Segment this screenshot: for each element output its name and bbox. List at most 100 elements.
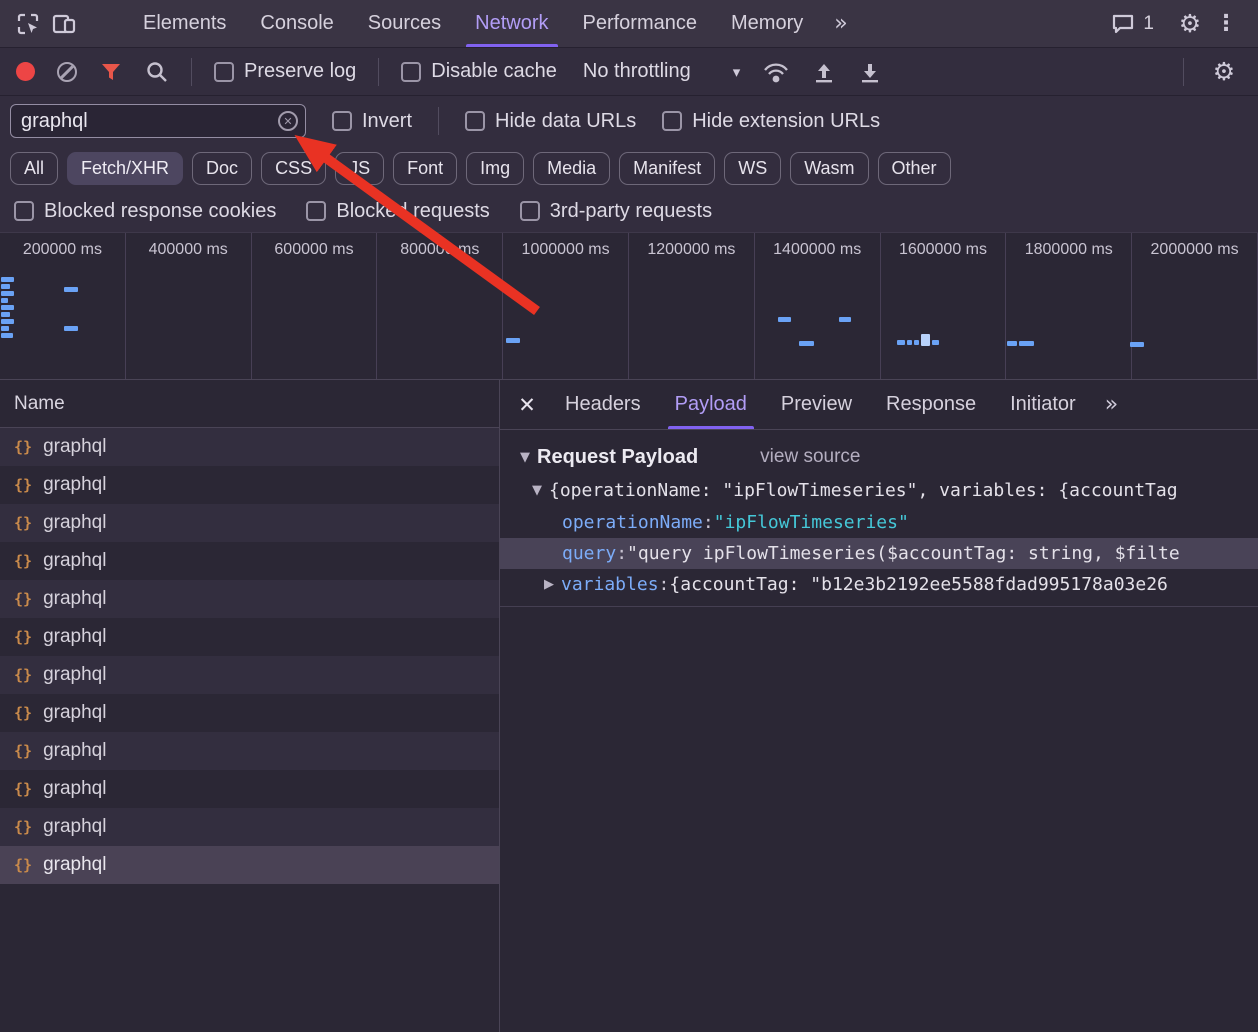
- filter-chip-all[interactable]: All: [10, 152, 58, 185]
- filter-chip-other[interactable]: Other: [878, 152, 951, 185]
- request-row[interactable]: {}graphql: [0, 732, 499, 770]
- request-timing-bar: [907, 340, 912, 345]
- request-name: graphql: [43, 512, 106, 534]
- throttling-dropdown[interactable]: No throttling ▾: [583, 60, 740, 83]
- blocked-response-cookies-checkbox[interactable]: Blocked response cookies: [14, 200, 276, 223]
- clear-filter-icon[interactable]: ✕: [278, 111, 298, 131]
- export-har-icon[interactable]: [858, 60, 882, 84]
- section-collapse-triangle-icon[interactable]: ▼: [520, 450, 530, 465]
- 3rd-party-requests-checkbox[interactable]: 3rd-party requests: [520, 200, 712, 223]
- xhr-braces-icon: {}: [14, 666, 32, 684]
- filter-chip-doc[interactable]: Doc: [192, 152, 252, 185]
- expand-triangle-icon[interactable]: ▶: [544, 577, 554, 592]
- payload-entry-operationname[interactable]: operationName: "ipFlowTimeseries": [500, 507, 1258, 538]
- request-row[interactable]: {}graphql: [0, 504, 499, 542]
- invert-label: Invert: [362, 110, 412, 133]
- collapse-triangle-icon[interactable]: ▼: [532, 483, 542, 498]
- request-name: graphql: [43, 740, 106, 762]
- checkbox-icon[interactable]: [520, 201, 540, 221]
- filter-chip-manifest[interactable]: Manifest: [619, 152, 715, 185]
- filter-funnel-icon[interactable]: [99, 60, 123, 84]
- request-row[interactable]: {}graphql: [0, 808, 499, 846]
- request-row[interactable]: {}graphql: [0, 466, 499, 504]
- payload-entry-query[interactable]: query: "query ipFlowTimeseries($accountT…: [500, 538, 1258, 569]
- checkbox-icon[interactable]: [14, 201, 34, 221]
- network-conditions-icon[interactable]: [762, 60, 790, 84]
- checkbox-icon[interactable]: [306, 201, 326, 221]
- request-row[interactable]: {}graphql: [0, 542, 499, 580]
- request-name: graphql: [43, 778, 106, 800]
- kebab-menu-icon[interactable]: ⋮: [1208, 6, 1244, 42]
- main-tabbar: ElementsConsoleSourcesNetworkPerformance…: [0, 0, 1258, 48]
- request-timing-bar: [1, 305, 14, 310]
- checkbox-icon[interactable]: [662, 111, 682, 131]
- filter-chip-media[interactable]: Media: [533, 152, 610, 185]
- toolbar-divider: [378, 58, 379, 86]
- import-har-icon[interactable]: [812, 60, 836, 84]
- payload-entry-variables[interactable]: ▶variables: {accountTag: "b12e3b2192ee55…: [500, 569, 1258, 600]
- checkbox-icon[interactable]: [332, 111, 352, 131]
- detail-tab-payload[interactable]: Payload: [658, 380, 764, 429]
- view-source-link[interactable]: view source: [760, 446, 860, 468]
- detail-tab-initiator[interactable]: Initiator: [993, 380, 1093, 429]
- filter-chip-ws[interactable]: WS: [724, 152, 781, 185]
- disable-cache-checkbox[interactable]: Disable cache: [401, 60, 557, 83]
- tab-sources[interactable]: Sources: [351, 0, 458, 47]
- checkbox-icon[interactable]: [401, 62, 421, 82]
- request-row[interactable]: {}graphql: [0, 618, 499, 656]
- filter-chip-fetch-xhr[interactable]: Fetch/XHR: [67, 152, 183, 185]
- preserve-log-label: Preserve log: [244, 60, 356, 83]
- tab-elements[interactable]: Elements: [126, 0, 243, 47]
- xhr-braces-icon: {}: [14, 590, 32, 608]
- request-row[interactable]: {}graphql: [0, 580, 499, 618]
- hide-extension-urls-checkbox[interactable]: Hide extension URLs: [662, 110, 880, 133]
- network-filter-input[interactable]: [10, 104, 306, 138]
- hide-data-urls-checkbox[interactable]: Hide data URLs: [465, 110, 636, 133]
- payload-pane: ▼ Request Payload view source ▼ {operati…: [500, 430, 1258, 607]
- filter-chip-wasm[interactable]: Wasm: [790, 152, 868, 185]
- tab-network[interactable]: Network: [458, 0, 565, 47]
- filter-chip-css[interactable]: CSS: [261, 152, 326, 185]
- request-timing-bar: [932, 340, 939, 345]
- request-row[interactable]: {}graphql: [0, 770, 499, 808]
- clear-network-log-icon[interactable]: [57, 62, 77, 82]
- request-row[interactable]: {}graphql: [0, 846, 499, 884]
- filter-chip-img[interactable]: Img: [466, 152, 524, 185]
- filter-chip-font[interactable]: Font: [393, 152, 457, 185]
- name-column-header[interactable]: Name: [0, 380, 499, 428]
- request-timing-bar: [799, 341, 814, 346]
- checkbox-icon[interactable]: [465, 111, 485, 131]
- tab-performance[interactable]: Performance: [566, 0, 715, 47]
- record-button[interactable]: [16, 62, 35, 81]
- detail-tab-headers[interactable]: Headers: [548, 380, 658, 429]
- tab-console[interactable]: Console: [243, 0, 350, 47]
- device-toolbar-icon[interactable]: [46, 6, 82, 42]
- filter-chip-js[interactable]: JS: [335, 152, 384, 185]
- timeline-bars: [0, 233, 1258, 379]
- issues-indicator[interactable]: 1: [1111, 13, 1154, 35]
- request-timing-bar: [1, 298, 8, 303]
- tab-memory[interactable]: Memory: [714, 0, 820, 47]
- request-timing-bar: [921, 334, 930, 346]
- close-details-icon[interactable]: ✕: [506, 393, 548, 417]
- invert-checkbox[interactable]: Invert: [332, 110, 412, 133]
- inspect-element-icon[interactable]: [10, 6, 46, 42]
- network-settings-gear-icon[interactable]: ⚙: [1206, 54, 1242, 90]
- more-tabs-chevron-icon[interactable]: »: [820, 11, 860, 36]
- xhr-braces-icon: {}: [14, 628, 32, 646]
- payload-root-line[interactable]: ▼ {operationName: "ipFlowTimeseries", va…: [500, 474, 1258, 507]
- detail-tab-preview[interactable]: Preview: [764, 380, 869, 429]
- search-icon[interactable]: [145, 60, 169, 84]
- detail-tab-response[interactable]: Response: [869, 380, 993, 429]
- settings-gear-icon[interactable]: ⚙: [1172, 6, 1208, 42]
- preserve-log-checkbox[interactable]: Preserve log: [214, 60, 356, 83]
- blocked-requests-checkbox[interactable]: Blocked requests: [306, 200, 489, 223]
- request-row[interactable]: {}graphql: [0, 428, 499, 466]
- more-details-tabs-chevron-icon[interactable]: »: [1105, 392, 1117, 417]
- details-tabs: HeadersPayloadPreviewResponseInitiator: [548, 380, 1093, 429]
- request-payload-section[interactable]: ▼ Request Payload view source: [500, 440, 1258, 474]
- request-row[interactable]: {}graphql: [0, 694, 499, 732]
- request-row[interactable]: {}graphql: [0, 656, 499, 694]
- checkbox-icon[interactable]: [214, 62, 234, 82]
- network-overview-timeline[interactable]: 200000 ms400000 ms600000 ms800000 ms1000…: [0, 232, 1258, 380]
